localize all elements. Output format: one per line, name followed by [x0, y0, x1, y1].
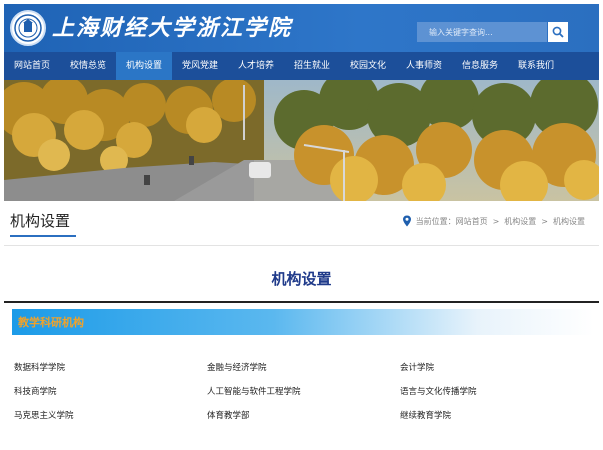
breadcrumb-link-organization[interactable]: 机构设置 — [504, 216, 536, 227]
site-logo-title[interactable]: 上海财经大学浙江学院 — [52, 14, 292, 42]
nav-item-talent-training[interactable]: 人才培养 — [228, 52, 284, 80]
content-panel: 机构设置 教学科研机构 数据科学学院 金融与经济学院 会计学院 科技商学院 人工… — [4, 245, 599, 445]
department-link[interactable]: 继续教育学院 — [400, 409, 594, 423]
nav-item-faculty[interactable]: 人事师资 — [396, 52, 452, 80]
department-link[interactable]: 人工智能与软件工程学院 — [207, 385, 400, 399]
department-list: 数据科学学院 金融与经济学院 会计学院 科技商学院 人工智能与软件工程学院 语言… — [14, 361, 594, 423]
department-link[interactable]: 科技商学院 — [14, 385, 207, 399]
breadcrumb-separator: > — [492, 216, 500, 226]
search-button[interactable] — [548, 22, 568, 42]
university-seal-icon[interactable] — [10, 10, 46, 46]
content-title: 机构设置 — [271, 270, 332, 288]
nav-item-home[interactable]: 网站首页 — [4, 52, 60, 80]
breadcrumb-prefix: 当前位置： — [415, 216, 456, 226]
site-header: 上海财经大学浙江学院 — [4, 4, 599, 52]
breadcrumb-link-home[interactable]: 网站首页 — [456, 216, 488, 227]
content-divider — [4, 301, 599, 303]
nav-item-overview[interactable]: 校情总览 — [60, 52, 116, 80]
page-title-bar: 机构设置 当前位置： 网站首页 > 机构设置 > 机构设置 — [4, 201, 599, 245]
nav-item-party-building[interactable]: 党风党建 — [172, 52, 228, 80]
location-pin-icon — [402, 215, 412, 227]
department-link[interactable]: 体育教学部 — [207, 409, 400, 423]
search-icon — [552, 26, 564, 38]
nav-item-campus-culture[interactable]: 校园文化 — [340, 52, 396, 80]
search-input[interactable] — [417, 22, 547, 42]
department-link[interactable]: 马克思主义学院 — [14, 409, 207, 423]
nav-item-contact[interactable]: 联系我们 — [508, 52, 564, 80]
department-link[interactable]: 金融与经济学院 — [207, 361, 400, 375]
campus-banner-image — [4, 80, 599, 201]
nav-item-admissions[interactable]: 招生就业 — [284, 52, 340, 80]
department-link[interactable]: 数据科学学院 — [14, 361, 207, 375]
section-header: 教学科研机构 — [12, 309, 594, 335]
department-link[interactable]: 语言与文化传播学院 — [400, 385, 594, 399]
breadcrumb-separator: > — [541, 216, 548, 226]
nav-item-organization[interactable]: 机构设置 — [116, 52, 172, 80]
section-label: 教学科研机构 — [18, 316, 84, 329]
breadcrumb-current: 机构设置 — [553, 216, 585, 226]
page-title: 机构设置 — [10, 212, 71, 230]
nav-item-info-services[interactable]: 信息服务 — [452, 52, 508, 80]
breadcrumb: 当前位置： 网站首页 > 机构设置 > 机构设置 — [402, 214, 585, 228]
department-link[interactable]: 会计学院 — [400, 361, 594, 375]
main-nav: 网站首页 校情总览 机构设置 党风党建 人才培养 招生就业 校园文化 人事师资 … — [4, 52, 599, 80]
page-title-underline — [10, 235, 76, 237]
